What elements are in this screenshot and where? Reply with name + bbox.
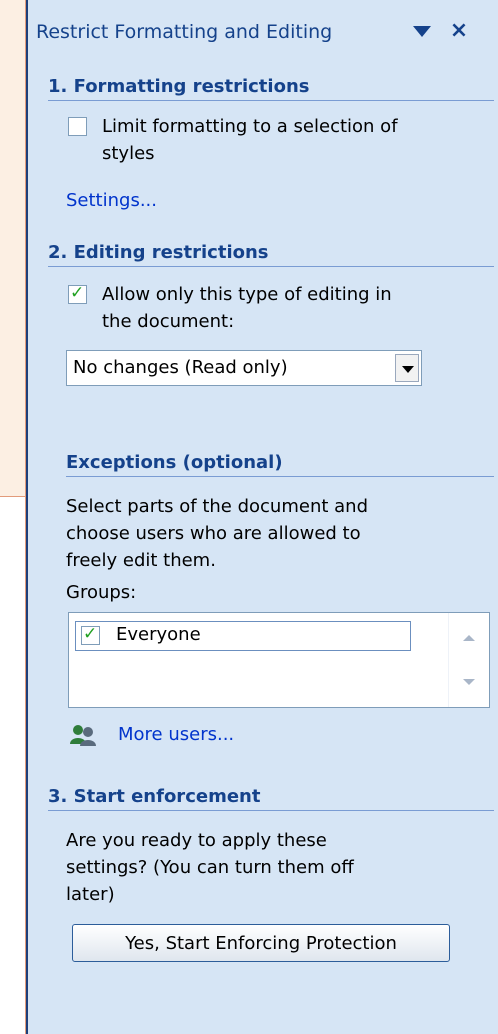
enforcement-description-2: settings? (You can turn them off	[66, 857, 354, 878]
allow-editing-label: Allow only this type of editing in	[102, 284, 392, 305]
start-enforcing-button[interactable]: Yes, Start Enforcing Protection	[72, 924, 450, 962]
group-name: Everyone	[116, 624, 201, 645]
editing-restrictions-heading: 2. Editing restrictions	[48, 242, 269, 263]
section-divider	[48, 266, 494, 267]
section-divider	[48, 100, 494, 101]
editing-type-select[interactable]: No changes (Read only)	[66, 350, 422, 386]
scroll-down-icon[interactable]	[463, 679, 475, 685]
triangle-down-icon[interactable]	[413, 26, 431, 37]
scrollbar[interactable]	[448, 613, 489, 707]
enforcement-description: Are you ready to apply these	[66, 830, 327, 851]
settings-link[interactable]: Settings...	[66, 190, 157, 211]
limit-formatting-label: Limit formatting to a selection of	[102, 116, 398, 137]
document-page-edge	[0, 0, 28, 497]
document-margin-line	[0, 496, 26, 497]
group-everyone-checkbox[interactable]	[81, 624, 100, 645]
exceptions-description: Select parts of the document and	[66, 496, 369, 517]
start-enforcement-heading: 3. Start enforcement	[48, 786, 261, 807]
close-icon[interactable]: ×	[446, 17, 472, 45]
users-icon	[70, 725, 96, 746]
limit-formatting-label-cont: styles	[102, 143, 155, 164]
restrict-editing-pane: Restrict Formatting and Editing × 1. For…	[26, 0, 498, 1034]
scroll-up-icon[interactable]	[463, 635, 475, 641]
limit-formatting-checkbox[interactable]	[68, 117, 87, 136]
list-item[interactable]: Everyone	[75, 621, 411, 651]
chevron-down-icon[interactable]	[395, 354, 419, 382]
pane-header: Restrict Formatting and Editing ×	[28, 12, 498, 54]
allow-editing-label-cont: the document:	[102, 311, 235, 332]
more-users-link[interactable]: More users...	[118, 724, 234, 745]
groups-label: Groups:	[66, 582, 137, 603]
allow-editing-checkbox[interactable]	[68, 283, 87, 304]
editing-type-value: No changes (Read only)	[73, 357, 288, 378]
formatting-restrictions-heading: 1. Formatting restrictions	[48, 76, 310, 97]
exceptions-description-2: choose users who are allowed to	[66, 523, 361, 544]
section-divider	[48, 810, 494, 811]
exceptions-description-3: freely edit them.	[66, 550, 216, 571]
enforcement-description-3: later)	[66, 884, 115, 905]
pane-title: Restrict Formatting and Editing	[36, 21, 333, 43]
exceptions-heading: Exceptions (optional)	[66, 452, 283, 473]
section-divider	[66, 476, 494, 477]
groups-list[interactable]: Everyone	[68, 612, 490, 708]
